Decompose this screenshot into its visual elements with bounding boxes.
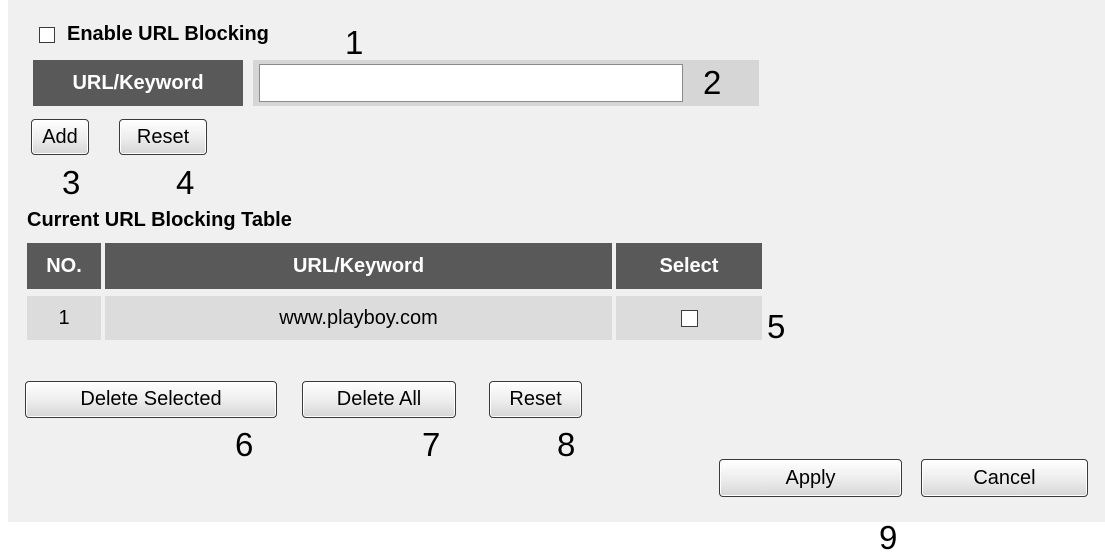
row-url: www.playboy.com [105, 296, 612, 340]
url-keyword-input[interactable] [259, 64, 683, 102]
row-number: 1 [27, 296, 101, 340]
table-reset-button[interactable]: Reset [489, 381, 582, 418]
annotation-1: 1 [345, 24, 364, 61]
annotation-8: 8 [557, 426, 576, 463]
column-header-no: NO. [27, 243, 101, 289]
enable-url-blocking-label: Enable URL Blocking [67, 23, 269, 45]
table-title: Current URL Blocking Table [27, 209, 292, 231]
annotation-6: 6 [235, 426, 254, 463]
annotation-2: 2 [703, 64, 722, 101]
enable-url-blocking-checkbox[interactable] [39, 27, 55, 43]
delete-all-button[interactable]: Delete All [302, 381, 456, 418]
annotation-7: 7 [422, 426, 441, 463]
annotation-4: 4 [176, 164, 195, 201]
reset-button[interactable]: Reset [119, 119, 207, 155]
annotation-9: 9 [879, 519, 898, 556]
apply-button[interactable]: Apply [719, 459, 902, 497]
annotation-3: 3 [62, 164, 81, 201]
url-keyword-label: URL/Keyword [33, 60, 243, 106]
row-select-checkbox[interactable] [680, 309, 698, 327]
cancel-button[interactable]: Cancel [921, 459, 1088, 497]
row-select-cell [616, 296, 762, 340]
column-header-select: Select [616, 243, 762, 289]
add-button[interactable]: Add [31, 119, 89, 155]
delete-selected-button[interactable]: Delete Selected [25, 381, 277, 418]
column-header-url-keyword: URL/Keyword [105, 243, 612, 289]
annotation-5: 5 [767, 308, 786, 345]
